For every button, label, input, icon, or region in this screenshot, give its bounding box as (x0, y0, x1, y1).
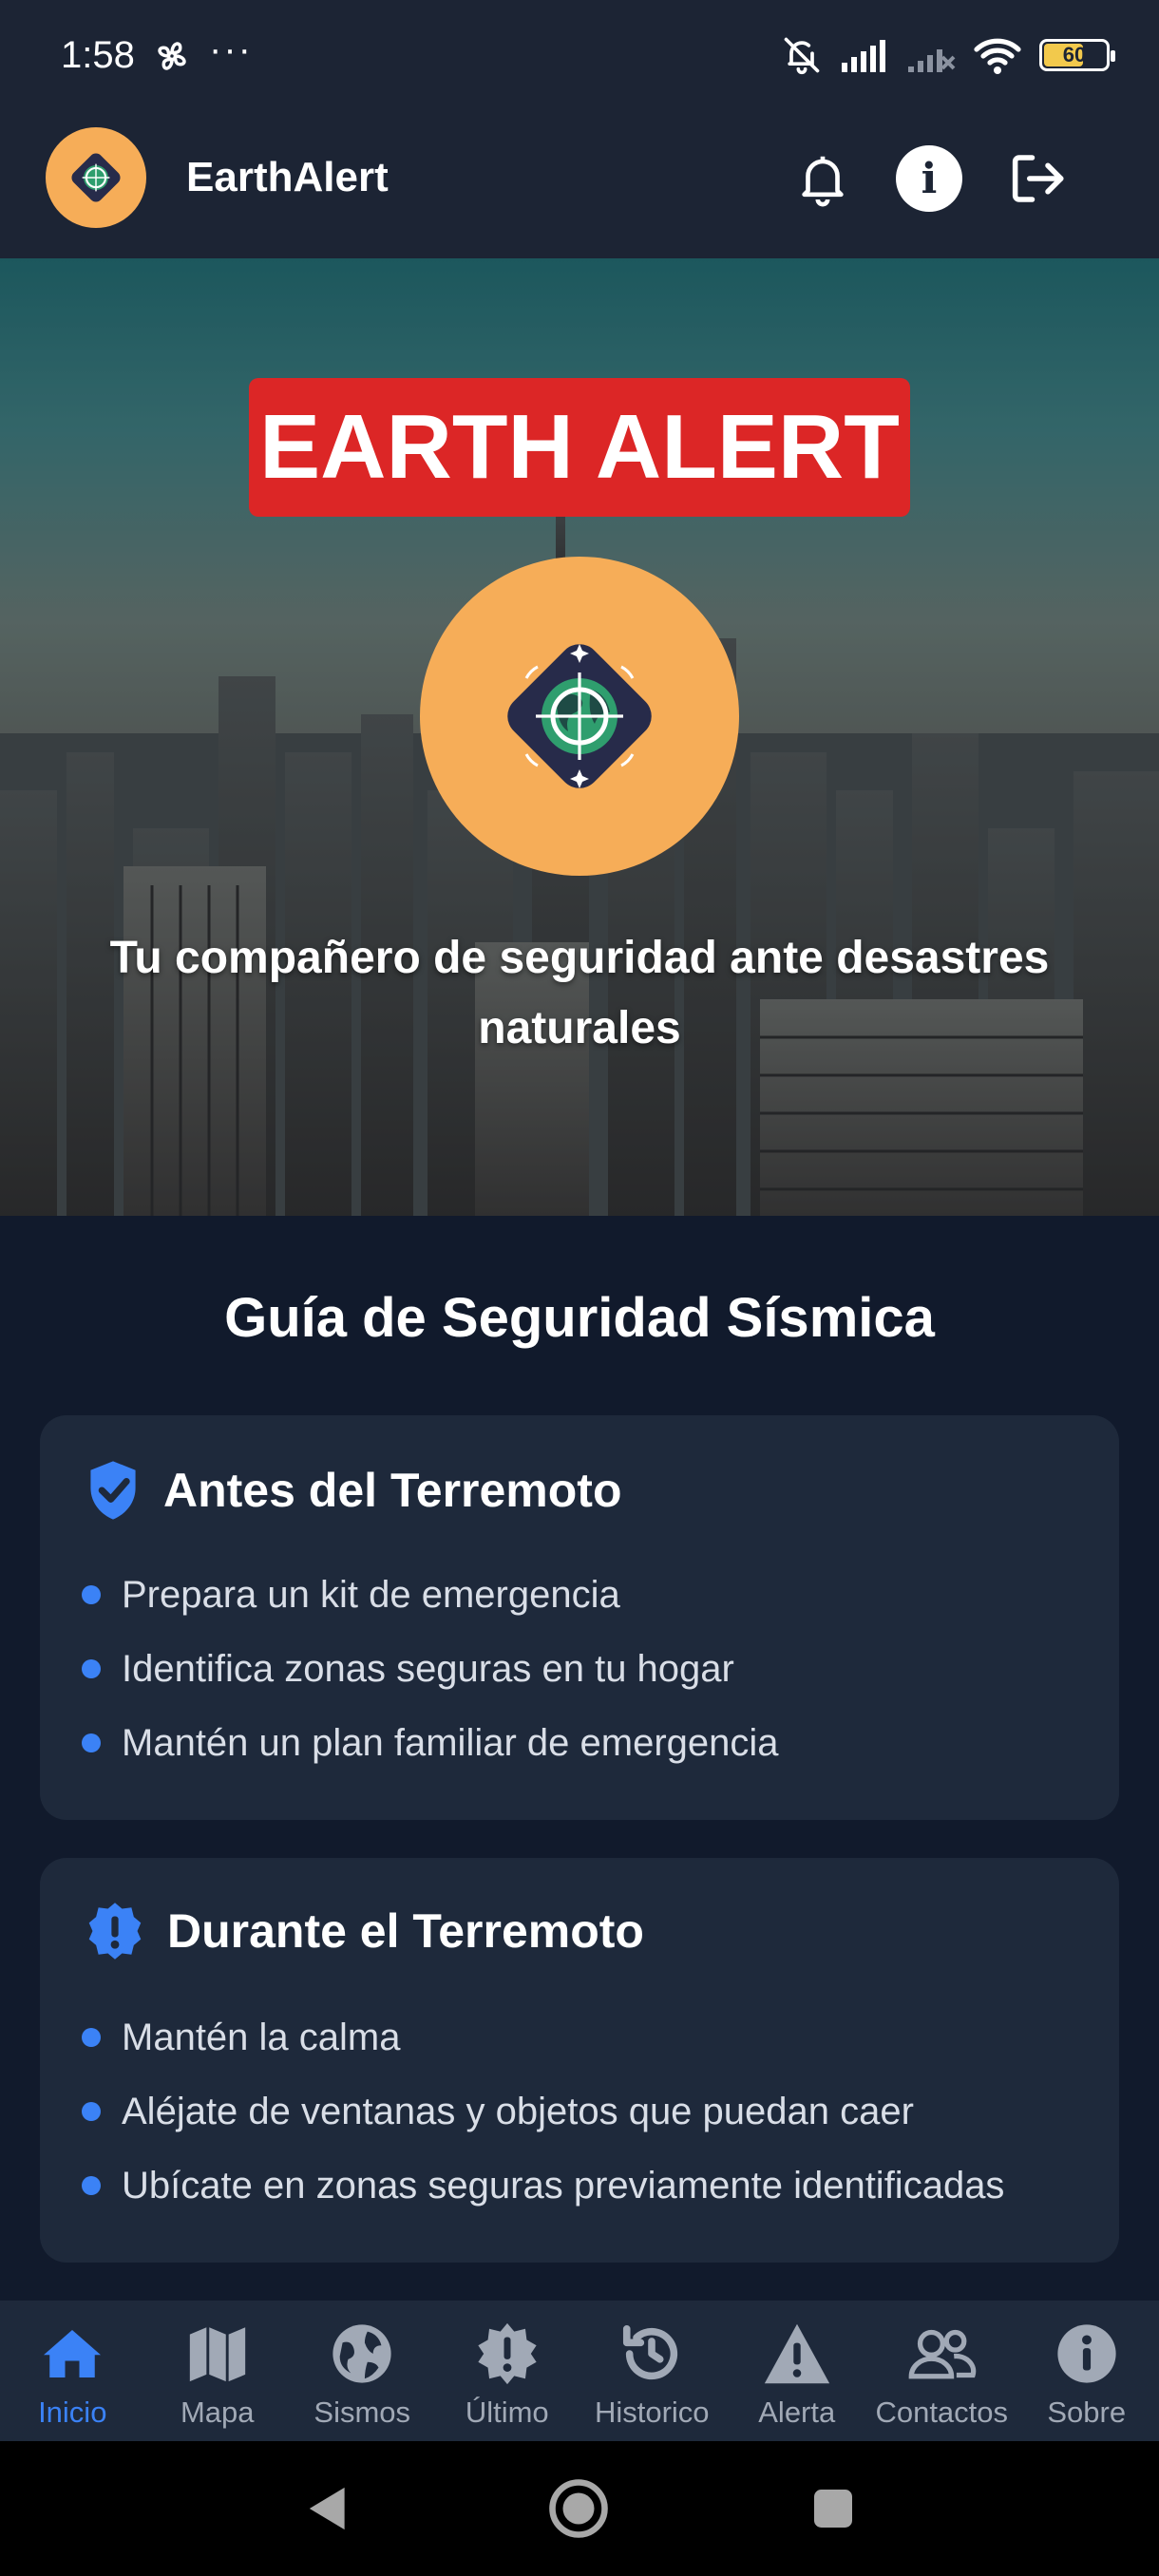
fan-icon (158, 42, 186, 70)
logout-button[interactable] (1001, 142, 1074, 215)
signal-off-icon (908, 49, 956, 72)
nav-label: Historico (594, 2396, 710, 2429)
list-item: Ubícate en zonas seguras previamente ide… (82, 2149, 1004, 2223)
section-title: Guía de Seguridad Sísmica (224, 1287, 935, 1349)
nav-label: Alerta (758, 2396, 836, 2429)
nav-label: Mapa (180, 2396, 255, 2429)
guide-card-before: Antes del Terremoto Prepara un kit de em… (40, 1415, 1119, 1820)
status-overflow: ··· (209, 28, 253, 70)
nav-item-ultimo[interactable]: Último (435, 2301, 580, 2441)
hero-badge: EARTH ALERT (249, 378, 910, 517)
list-item: Prepara un kit de emergencia (82, 1558, 779, 1632)
notification-bell-icon (802, 156, 844, 207)
earth-compass-icon (71, 153, 121, 202)
app-title: EarthAlert (186, 154, 389, 200)
bottom-navigation: Inicio Mapa Sismos Último Historico Aler… (0, 2301, 1159, 2441)
status-icons: 60 (781, 34, 1115, 76)
list-item-text: Ubícate en zonas seguras previamente ide… (122, 2164, 1005, 2207)
info-icon: i (896, 145, 962, 212)
list-item-text: Aléjate de ventanas y objetos que puedan… (122, 2090, 914, 2132)
list-item-text: Mantén la calma (122, 2016, 401, 2058)
bullet (82, 2028, 101, 2047)
battery-icon: 60 (1039, 39, 1115, 71)
bullet (82, 1659, 101, 1678)
bullet (82, 2176, 101, 2195)
card-header: Durante el Terremoto (86, 1902, 644, 1960)
nav-item-sismos[interactable]: Sismos (290, 2301, 435, 2441)
nav-label: Inicio (38, 2396, 107, 2429)
nav-item-alerta[interactable]: Alerta (725, 2301, 870, 2441)
alert-badge-icon (88, 1903, 142, 1960)
list-item-text: Identifica zonas seguras en tu hogar (122, 1647, 734, 1690)
nav-item-sobre[interactable]: Sobre (1015, 2301, 1159, 2441)
back-icon (309, 2487, 345, 2530)
home-circle-icon (549, 2479, 608, 2538)
card-list: Mantén la calma Aléjate de ventanas y ob… (82, 2000, 1004, 2223)
bell-off-icon (784, 37, 820, 75)
earth-compass-icon (507, 644, 652, 788)
nav-label: Sobre (1047, 2396, 1127, 2429)
info-icon (1051, 2318, 1123, 2390)
list-item: Identifica zonas seguras en tu hogar (82, 1632, 779, 1706)
list-item-text: Mantén un plan familiar de emergencia (122, 1721, 779, 1764)
history-icon (616, 2318, 688, 2390)
hero-tagline: Tu compañero de seguridad ante desastres… (109, 933, 1050, 1053)
card-list: Prepara un kit de emergencia Identifica … (82, 1558, 779, 1780)
card-title: Durante el Terremoto (167, 1904, 644, 1958)
battery-level: 60 (1062, 43, 1087, 66)
app-header: EarthAlert i (0, 116, 1159, 258)
contacts-icon (905, 2318, 978, 2390)
warning-triangle-icon (761, 2318, 833, 2390)
card-header: Antes del Terremoto (86, 1459, 622, 1522)
notifications-button[interactable] (787, 142, 859, 215)
nav-label: Último (465, 2396, 549, 2429)
globe-icon (326, 2318, 398, 2390)
shield-check-icon (90, 1461, 136, 1520)
list-item-text: Prepara un kit de emergencia (122, 1573, 620, 1616)
guide-card-during: Durante el Terremoto Mantén la calma Alé… (40, 1858, 1119, 2263)
safety-guide-section: Guía de Seguridad Sísmica Antes del Terr… (0, 1216, 1159, 2301)
home-icon (36, 2318, 108, 2390)
logout-icon (1012, 155, 1064, 202)
home-button[interactable] (547, 2477, 610, 2540)
map-icon (181, 2318, 254, 2390)
nav-label: Contactos (875, 2396, 1009, 2429)
list-item: Mantén un plan familiar de emergencia (82, 1706, 779, 1780)
bullet (82, 1733, 101, 1752)
card-title: Antes del Terremoto (163, 1464, 622, 1517)
wifi-icon (974, 38, 1021, 74)
nav-item-inicio[interactable]: Inicio (0, 2301, 145, 2441)
back-button[interactable] (294, 2477, 357, 2540)
info-button[interactable]: i (893, 142, 965, 215)
bullet (82, 1585, 101, 1604)
hero-emblem (420, 557, 739, 876)
nav-item-historico[interactable]: Historico (580, 2301, 725, 2441)
nav-item-mapa[interactable]: Mapa (145, 2301, 291, 2441)
app-logo (46, 127, 146, 228)
bullet (82, 2102, 101, 2121)
hero-banner: EARTH ALERT Tu compañero de seguridad an… (0, 258, 1159, 1216)
list-item: Mantén la calma (82, 2000, 1004, 2074)
recents-button[interactable] (802, 2477, 864, 2540)
recents-icon (814, 2490, 852, 2528)
list-item: Aléjate de ventanas y objetos que puedan… (82, 2074, 1004, 2149)
status-bar: 1:58 ··· 60 (0, 0, 1159, 116)
nav-item-contactos[interactable]: Contactos (869, 2301, 1015, 2441)
signal-icon (842, 40, 885, 72)
burst-alert-icon (471, 2318, 543, 2390)
nav-label: Sismos (314, 2396, 411, 2429)
system-navigation-bar (0, 2441, 1159, 2576)
status-time: 1:58 (61, 34, 135, 76)
